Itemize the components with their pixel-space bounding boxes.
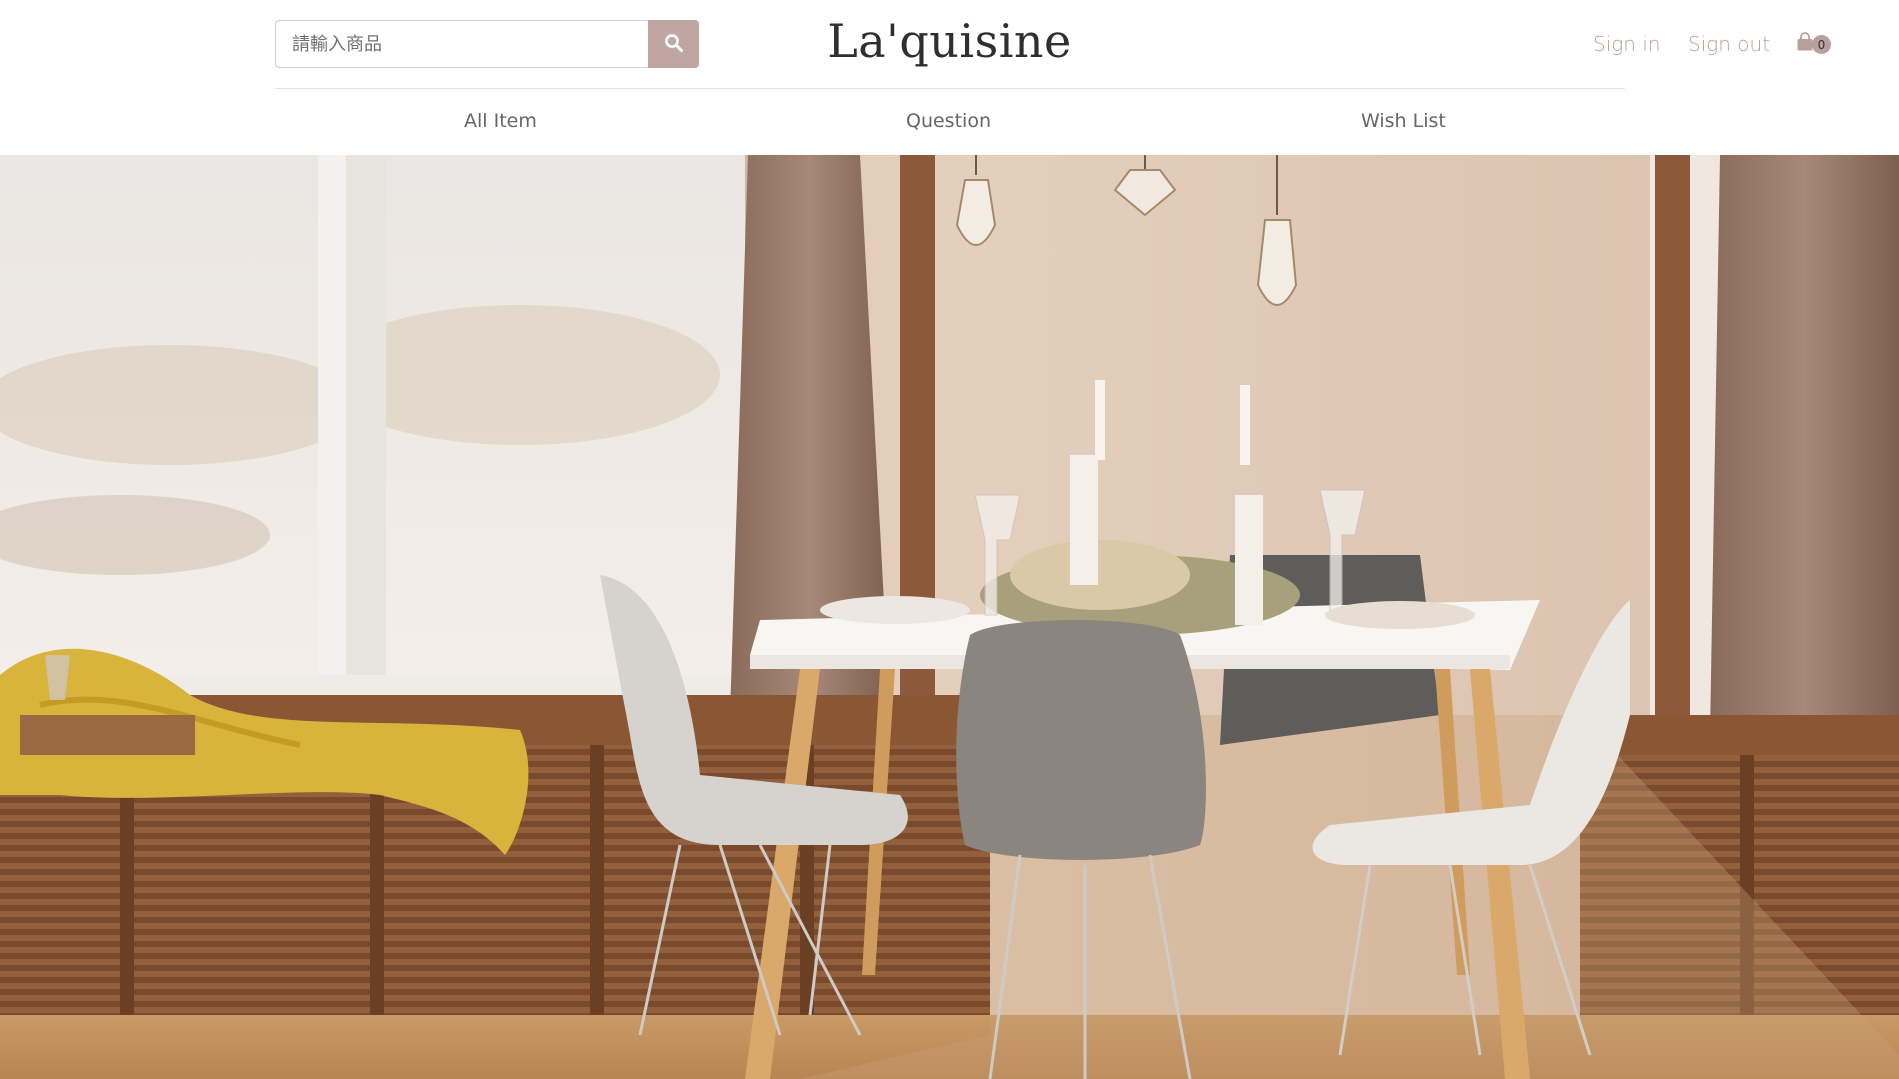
- hero-dining-room-image: [0, 155, 1899, 1079]
- menu-item-wish-list[interactable]: Wish List: [1361, 110, 1446, 132]
- sign-in-link[interactable]: Sign in: [1593, 32, 1661, 56]
- menu-item-all-item[interactable]: All Item: [464, 110, 537, 132]
- cart-button[interactable]: 0: [1796, 32, 1831, 57]
- site-header: La'quisine Sign in Sign out 0 All Item Q…: [0, 0, 1899, 155]
- cart-count-badge: 0: [1812, 35, 1831, 54]
- hero-banner: [0, 155, 1899, 1079]
- header-divider: [275, 88, 1625, 89]
- search-icon: [664, 33, 684, 56]
- search-bar: [275, 20, 699, 68]
- search-input[interactable]: [275, 20, 648, 68]
- sign-out-link[interactable]: Sign out: [1688, 32, 1770, 56]
- menu-item-question[interactable]: Question: [906, 110, 991, 132]
- search-button[interactable]: [648, 20, 699, 68]
- brand-logo[interactable]: La'quisine: [827, 14, 1072, 68]
